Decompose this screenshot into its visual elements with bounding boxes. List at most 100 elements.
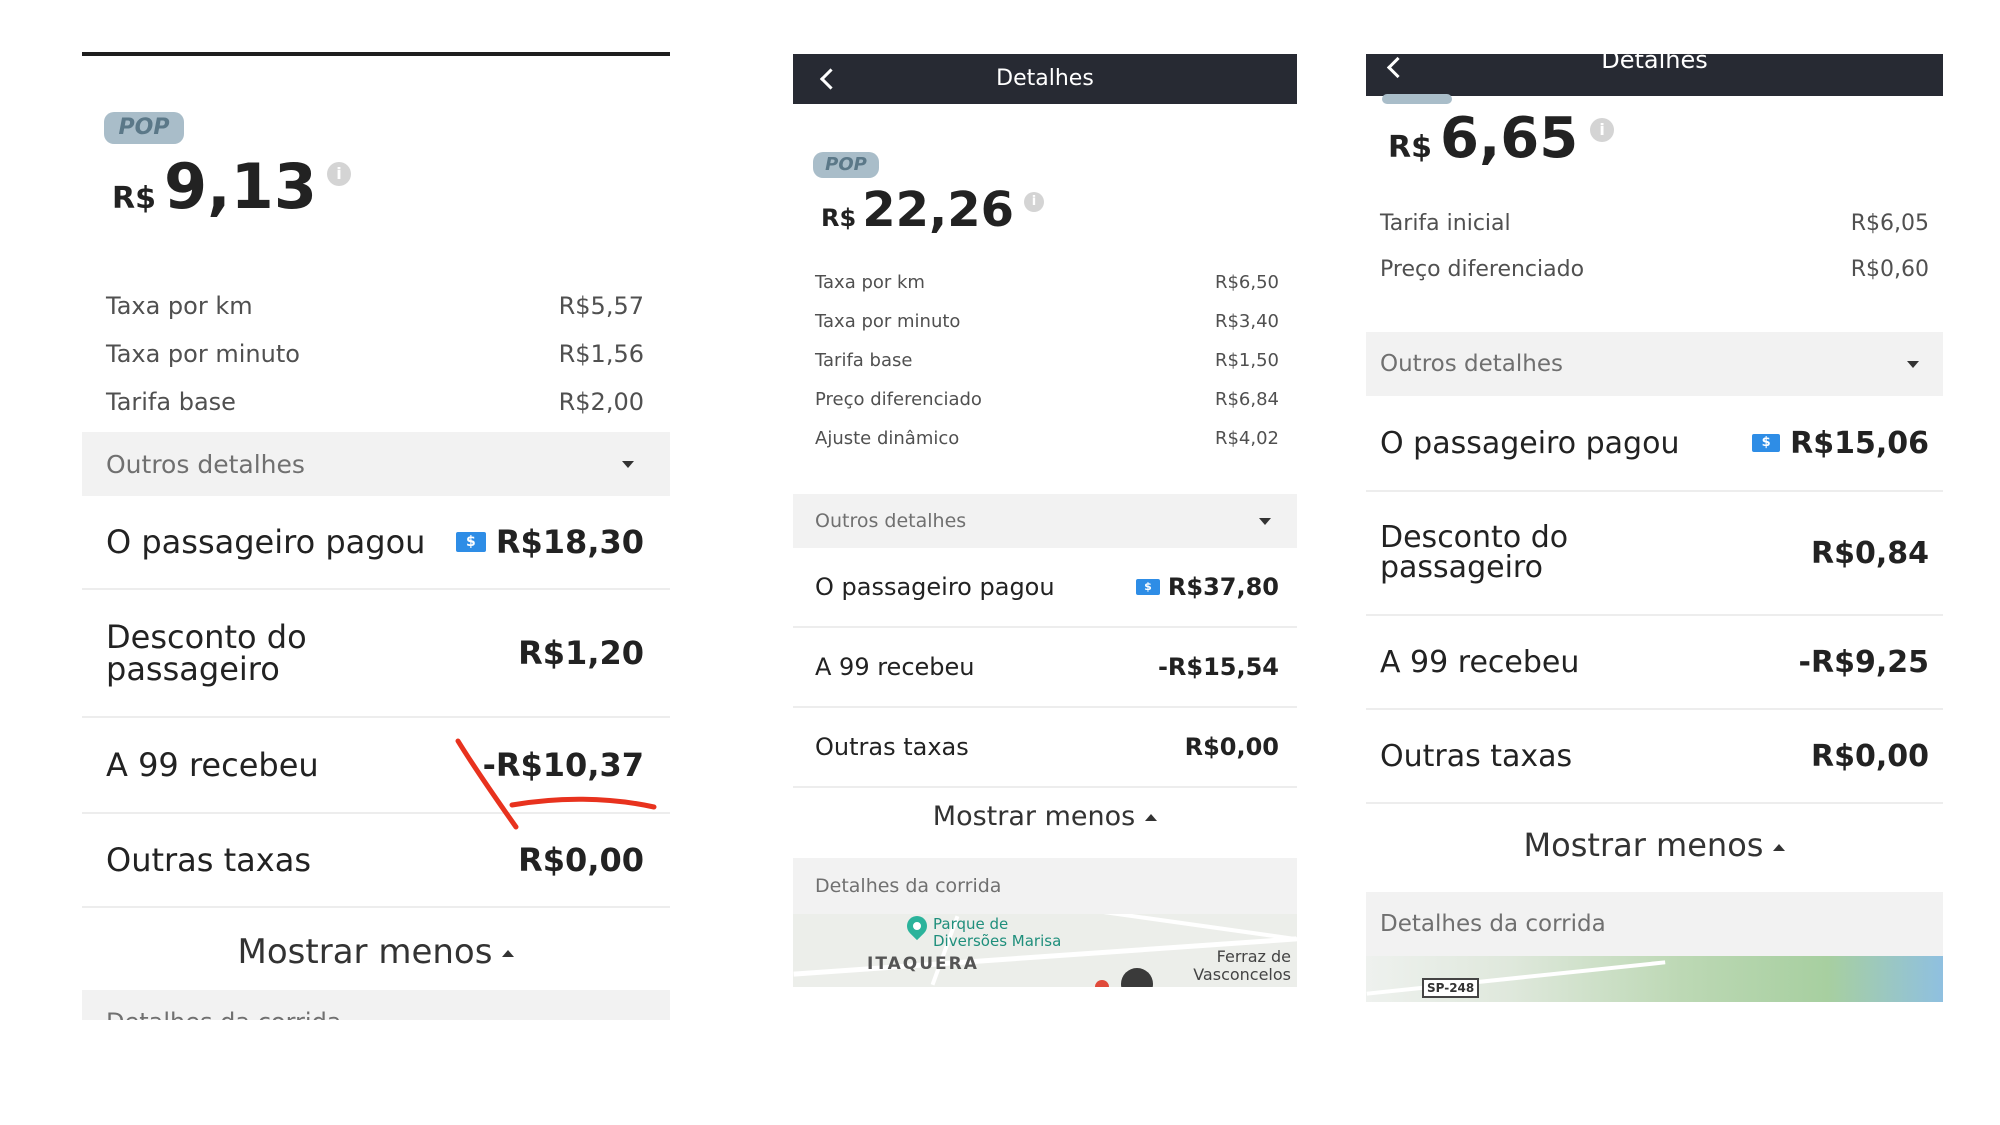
screenshot-panel-2: Detalhes POP R$ 22,26 i Taxa por km R$6,50… bbox=[793, 54, 1297, 987]
map-poi-label-line: Parque de bbox=[933, 915, 1009, 933]
passenger-discount-row: Desconto do passageiro R$1,20 bbox=[82, 590, 670, 718]
row-label: A 99 recebeu bbox=[1380, 644, 1580, 680]
map-district-label: ITAQUERA bbox=[867, 954, 979, 974]
fee-label: Tarifa base bbox=[106, 388, 236, 416]
cash-icon bbox=[455, 532, 486, 552]
fee-row: Tarifa base R$1,50 bbox=[793, 346, 1297, 376]
fee-row: Tarifa base R$2,00 bbox=[82, 384, 670, 420]
info-icon[interactable]: i bbox=[1590, 118, 1615, 142]
row-label: Outras taxas bbox=[1380, 738, 1573, 774]
cash-icon bbox=[1752, 434, 1781, 452]
ride-details-label: Detalhes da corrida bbox=[815, 875, 1002, 897]
currency-symbol: R$ bbox=[821, 204, 857, 232]
fee-label: Taxa por minuto bbox=[106, 340, 300, 368]
fee-value: R$0,60 bbox=[1850, 257, 1929, 282]
passenger-paid-row: O passageiro pagou R$18,30 bbox=[82, 496, 670, 590]
other-details-label: Outros detalhes bbox=[106, 449, 305, 479]
fare-total: R$ 9,13 i bbox=[112, 150, 351, 223]
fee-value: R$4,02 bbox=[1214, 428, 1279, 449]
fee-value: R$6,84 bbox=[1214, 389, 1279, 410]
other-details-dropdown[interactable]: Outros detalhes bbox=[1366, 332, 1943, 396]
pop-badge bbox=[1382, 94, 1452, 104]
map-city-label: Ferraz de Vasconcelos bbox=[1193, 948, 1291, 984]
passenger-discount-row: Desconto do passageiro R$0,84 bbox=[1366, 492, 1943, 616]
row-label: A 99 recebeu bbox=[815, 653, 975, 681]
fee-label: Tarifa base bbox=[815, 350, 913, 371]
red-annotation-mark bbox=[455, 738, 657, 830]
row-label: O passageiro pagou bbox=[106, 523, 426, 561]
pop-badge: POP bbox=[813, 152, 879, 178]
info-icon[interactable]: i bbox=[326, 162, 351, 186]
route-map[interactable]: SP-248 bbox=[1366, 956, 1943, 1002]
chevron-down-icon bbox=[1259, 517, 1271, 525]
row-value: R$0,84 bbox=[1811, 535, 1929, 571]
fare-amount: 9,13 bbox=[163, 150, 317, 223]
other-fees-row: Outras taxas R$0,00 bbox=[1366, 710, 1943, 804]
fee-row: Taxa por minuto R$1,56 bbox=[82, 336, 670, 372]
row-label: A 99 recebeu bbox=[106, 746, 319, 784]
passenger-paid-row: O passageiro pagou R$15,06 bbox=[1366, 396, 1943, 492]
header-title: Detalhes bbox=[1601, 54, 1708, 74]
fee-row: Taxa por minuto R$3,40 bbox=[793, 307, 1297, 337]
fee-row: Tarifa inicial R$6,05 bbox=[1366, 206, 1943, 242]
passenger-paid-row: O passageiro pagou R$37,80 bbox=[793, 548, 1297, 628]
map-marker-icon bbox=[1095, 980, 1109, 987]
fee-value: R$6,05 bbox=[1850, 211, 1929, 236]
row-label: O passageiro pagou bbox=[1380, 425, 1680, 461]
fare-total: R$ 22,26 i bbox=[821, 182, 1045, 238]
fee-value: R$3,40 bbox=[1214, 311, 1279, 332]
route-map[interactable]: Parque de Diversões Marisa ITAQUERA Ferra… bbox=[793, 914, 1297, 987]
row-value: R$0,00 bbox=[1811, 738, 1929, 774]
row-label: Outras taxas bbox=[106, 841, 311, 879]
fee-row: Preço diferenciado R$0,60 bbox=[1366, 252, 1943, 288]
ride-details-section: Detalhes da corrida bbox=[82, 990, 670, 1020]
map-marker-icon bbox=[1121, 968, 1153, 987]
row-value: R$37,80 bbox=[1167, 573, 1279, 601]
row-value: R$18,30 bbox=[495, 523, 644, 561]
show-less-button[interactable]: Mostrar menos bbox=[1366, 826, 1943, 864]
ride-details-section: Detalhes da corrida bbox=[793, 858, 1297, 914]
fee-label: Tarifa inicial bbox=[1380, 211, 1511, 236]
fee-row: Ajuste dinâmico R$4,02 bbox=[793, 424, 1297, 454]
fee-row: Taxa por km R$5,57 bbox=[82, 288, 670, 324]
other-fees-row: Outras taxas R$0,00 bbox=[793, 708, 1297, 788]
show-less-button[interactable]: Mostrar menos bbox=[793, 801, 1297, 832]
fee-value: R$1,50 bbox=[1214, 350, 1279, 371]
show-less-button[interactable]: Mostrar menos bbox=[82, 932, 670, 972]
show-less-label: Mostrar menos bbox=[237, 932, 493, 972]
fee-label: Taxa por minuto bbox=[815, 311, 961, 332]
info-icon[interactable]: i bbox=[1024, 192, 1045, 212]
other-details-label: Outros detalhes bbox=[815, 510, 967, 532]
fare-amount: 22,26 bbox=[862, 182, 1015, 238]
row-value: -R$9,25 bbox=[1798, 644, 1929, 680]
row-label: O passageiro pagou bbox=[815, 573, 1055, 601]
platform-received-row: A 99 recebeu -R$9,25 bbox=[1366, 616, 1943, 710]
map-poi-label: Parque de Diversões Marisa bbox=[933, 916, 1061, 950]
show-less-label: Mostrar menos bbox=[932, 801, 1136, 832]
row-label: passageiro bbox=[106, 650, 280, 688]
header-bar: Detalhes bbox=[793, 54, 1297, 104]
fee-label: Preço diferenciado bbox=[815, 389, 982, 410]
fee-row: Taxa por km R$6,50 bbox=[793, 268, 1297, 298]
chevron-up-icon bbox=[1145, 814, 1158, 821]
chevron-down-icon bbox=[622, 460, 634, 468]
screenshot-panel-3: Detalhes R$ 6,65 i Tarifa inicial R$6,05 P… bbox=[1366, 54, 1943, 1002]
show-less-label: Mostrar menos bbox=[1523, 826, 1764, 864]
platform-received-row: A 99 recebeu -R$15,54 bbox=[793, 628, 1297, 708]
header-title: Detalhes bbox=[996, 66, 1094, 91]
header-bar: Detalhes bbox=[1366, 54, 1943, 96]
map-city-label-line: Ferraz de bbox=[1216, 947, 1291, 966]
fee-label: Ajuste dinâmico bbox=[815, 428, 960, 449]
map-poi-label-line: Diversões Marisa bbox=[933, 932, 1062, 950]
other-details-dropdown[interactable]: Outros detalhes bbox=[82, 432, 670, 496]
fee-label: Preço diferenciado bbox=[1380, 257, 1585, 282]
ride-details-label: Detalhes da corrida bbox=[1380, 911, 1606, 937]
row-value: R$0,00 bbox=[518, 841, 644, 879]
fee-value: R$2,00 bbox=[558, 388, 644, 416]
ride-details-label: Detalhes da corrida bbox=[106, 1008, 342, 1020]
ride-details-section: Detalhes da corrida bbox=[1366, 892, 1943, 956]
fee-value: R$5,57 bbox=[558, 292, 644, 320]
other-details-dropdown[interactable]: Outros detalhes bbox=[793, 494, 1297, 548]
row-value: R$15,06 bbox=[1790, 425, 1929, 461]
row-value: -R$15,54 bbox=[1157, 653, 1279, 681]
